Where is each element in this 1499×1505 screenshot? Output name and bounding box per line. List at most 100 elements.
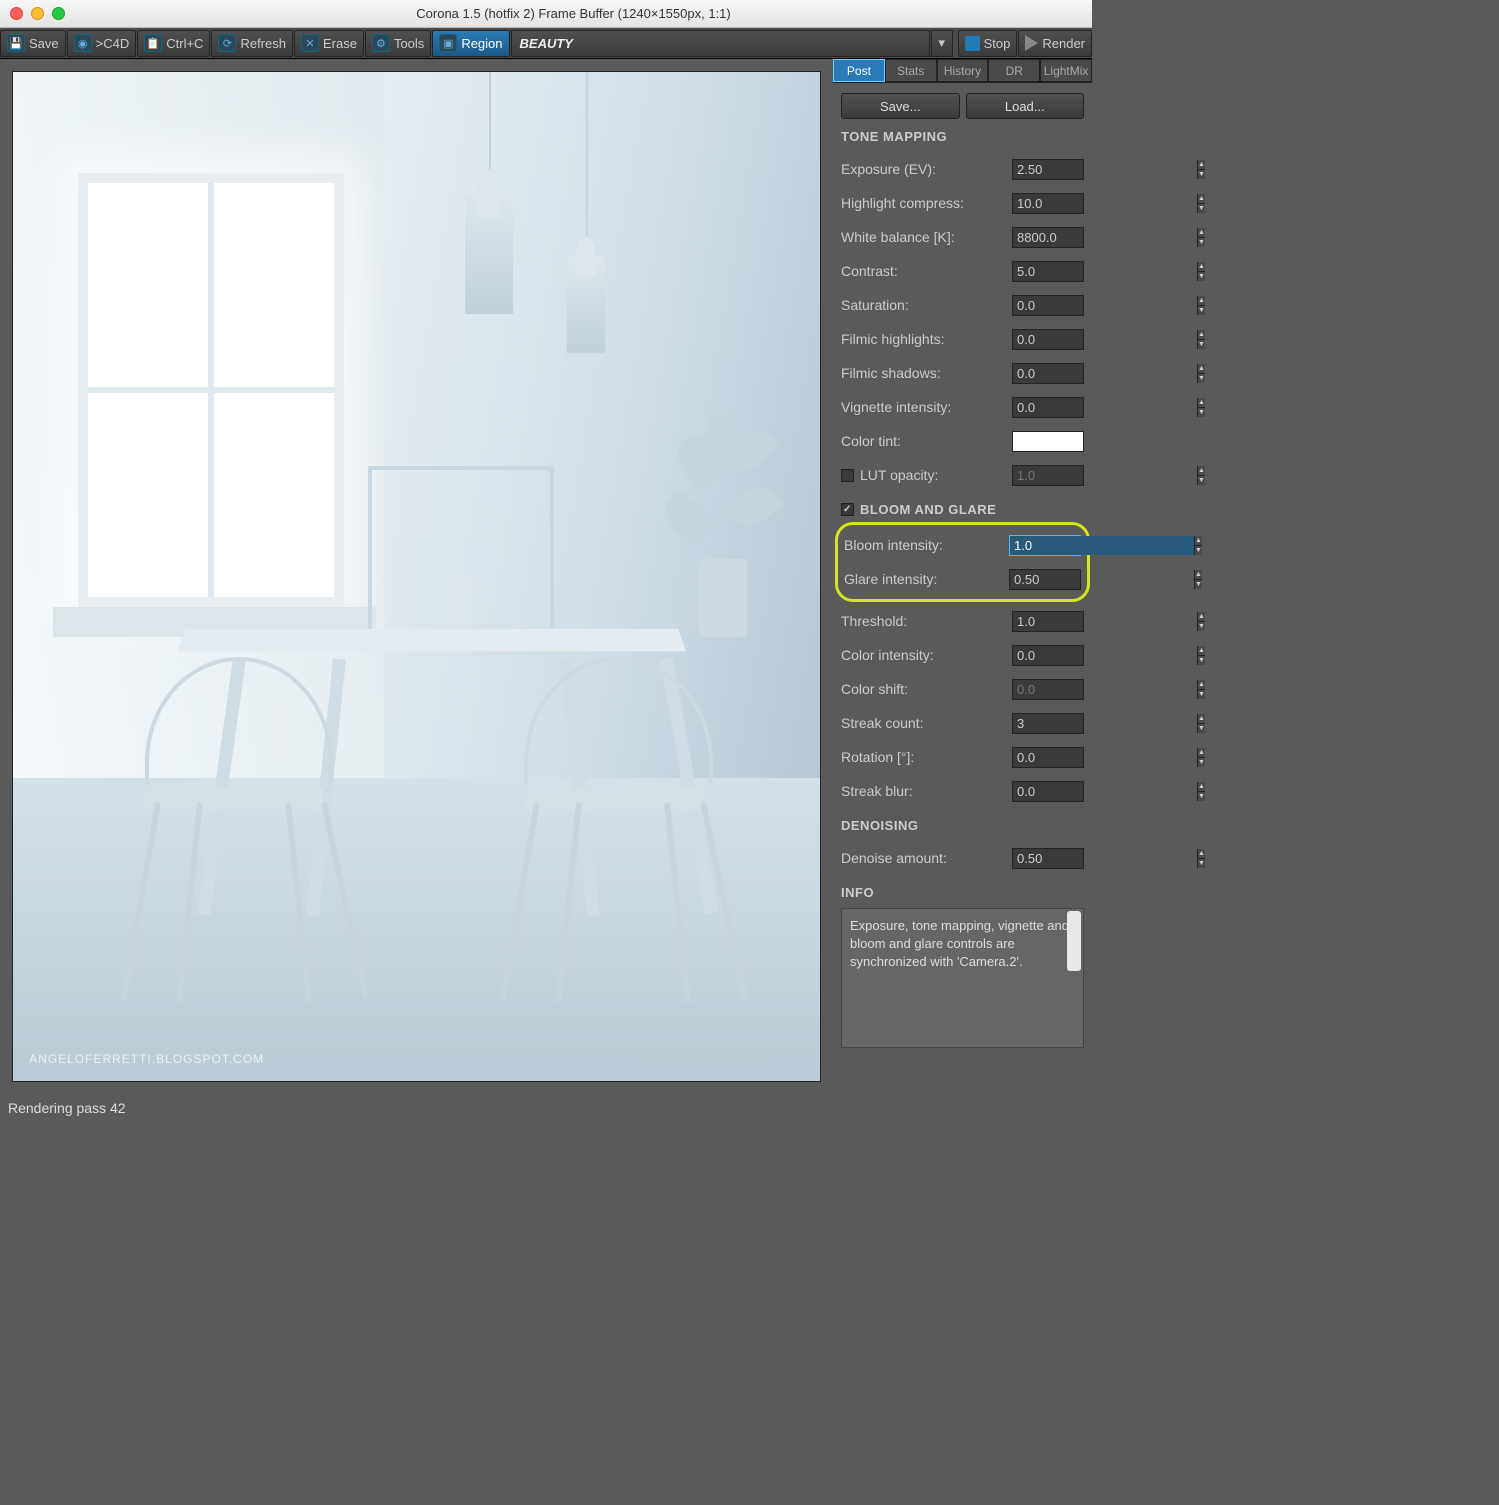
zoom-icon[interactable] — [52, 7, 65, 20]
tab-dr[interactable]: DR — [988, 59, 1040, 82]
erase-button[interactable]: ✕ Erase — [294, 30, 364, 57]
region-label: Region — [461, 36, 502, 51]
lut-label: LUT opacity: — [860, 467, 1006, 483]
streak-input[interactable]: ▲▼ — [1012, 713, 1084, 734]
bloom-glare-header: ✓BLOOM AND GLARE — [841, 502, 1084, 517]
bloom-int-input[interactable]: ▲▼ — [1009, 535, 1081, 556]
c4d-button[interactable]: ◉ >C4D — [67, 30, 137, 57]
watermark: ANGELOFERRETTI.BLOGSPOT.COM — [29, 1052, 264, 1066]
play-icon — [1025, 35, 1038, 51]
contrast-label: Contrast: — [841, 263, 1006, 279]
titlebar: Corona 1.5 (hotfix 2) Frame Buffer (1240… — [0, 0, 1092, 28]
info-box: Exposure, tone mapping, vignette and blo… — [841, 908, 1084, 1048]
colortint-label: Color tint: — [841, 433, 1006, 449]
filmic-h-label: Filmic highlights: — [841, 331, 1006, 347]
tone-mapping-header: TONE MAPPING — [841, 129, 1084, 144]
info-header: INFO — [841, 885, 1084, 900]
contrast-input[interactable]: ▲▼ — [1012, 261, 1084, 282]
highlight-input[interactable]: ▲▼ — [1012, 193, 1084, 214]
colortint-swatch[interactable] — [1012, 431, 1084, 452]
render-pass-selector[interactable]: BEAUTY — [511, 30, 930, 57]
traffic-lights — [10, 7, 65, 20]
refresh-icon: ⟳ — [218, 34, 236, 52]
bloom-int-label: Bloom intensity: — [844, 537, 1003, 553]
render-label: Render — [1042, 36, 1085, 51]
tab-post[interactable]: Post — [833, 59, 885, 82]
erase-label: Erase — [323, 36, 357, 51]
wb-input[interactable]: ▲▼ — [1012, 227, 1084, 248]
render-lamp — [465, 193, 513, 314]
scrollbar[interactable] — [1067, 911, 1081, 971]
minimize-icon[interactable] — [31, 7, 44, 20]
threshold-label: Threshold: — [841, 613, 1006, 629]
c4d-label: >C4D — [96, 36, 130, 51]
copy-icon: 📋 — [144, 34, 162, 52]
status-bar: Rendering pass 42 — [0, 1094, 1092, 1122]
copy-button[interactable]: 📋 Ctrl+C — [137, 30, 210, 57]
render-image[interactable]: ANGELOFERRETTI.BLOGSPOT.COM — [12, 71, 821, 1082]
denoise-input[interactable]: ▲▼ — [1012, 848, 1084, 869]
erase-icon: ✕ — [301, 34, 319, 52]
wb-label: White balance [K]: — [841, 229, 1006, 245]
exposure-label: Exposure (EV): — [841, 161, 1006, 177]
close-icon[interactable] — [10, 7, 23, 20]
filmic-h-input[interactable]: ▲▼ — [1012, 329, 1084, 350]
render-chair — [134, 657, 344, 1020]
render-button[interactable]: Render — [1018, 30, 1092, 57]
load-settings-button[interactable]: Load... — [966, 93, 1085, 119]
pass-dropdown[interactable]: ▾ — [931, 30, 953, 57]
color-int-label: Color intensity: — [841, 647, 1006, 663]
glare-int-label: Glare intensity: — [844, 571, 1003, 587]
stop-button[interactable]: Stop — [958, 30, 1018, 57]
save-button[interactable]: 💾 Save — [0, 30, 66, 57]
region-icon: ▣ — [439, 34, 457, 52]
saturation-input[interactable]: ▲▼ — [1012, 295, 1084, 316]
c4d-icon: ◉ — [74, 34, 92, 52]
vignette-input[interactable]: ▲▼ — [1012, 397, 1084, 418]
tools-button[interactable]: ⚙ Tools — [365, 30, 431, 57]
exposure-input[interactable]: ▲▼ — [1012, 159, 1084, 180]
up-arrow-icon[interactable]: ▲ — [1197, 160, 1205, 170]
color-shift-label: Color shift: — [841, 681, 1006, 697]
stop-label: Stop — [984, 36, 1011, 51]
tab-stats[interactable]: Stats — [885, 59, 937, 82]
rotation-input[interactable]: ▲▼ — [1012, 747, 1084, 768]
lut-input[interactable]: ▲▼ — [1012, 465, 1084, 486]
rotation-label: Rotation [°]: — [841, 749, 1006, 765]
color-shift-input[interactable]: ▲▼ — [1012, 679, 1084, 700]
threshold-input[interactable]: ▲▼ — [1012, 611, 1084, 632]
save-settings-button[interactable]: Save... — [841, 93, 960, 119]
color-int-input[interactable]: ▲▼ — [1012, 645, 1084, 666]
denoise-label: Denoise amount: — [841, 850, 1006, 866]
viewport: ANGELOFERRETTI.BLOGSPOT.COM — [0, 59, 833, 1094]
save-label: Save — [29, 36, 59, 51]
info-text: Exposure, tone mapping, vignette and blo… — [850, 918, 1069, 969]
render-plant — [675, 415, 772, 637]
refresh-label: Refresh — [240, 36, 286, 51]
window-title: Corona 1.5 (hotfix 2) Frame Buffer (1240… — [65, 6, 1082, 21]
side-panel: Post Stats History DR LightMix Save... L… — [833, 59, 1092, 1094]
filmic-s-input[interactable]: ▲▼ — [1012, 363, 1084, 384]
streak-label: Streak count: — [841, 715, 1006, 731]
region-button[interactable]: ▣ Region — [432, 30, 509, 57]
lut-checkbox[interactable] — [841, 469, 854, 482]
toolbar: 💾 Save ◉ >C4D 📋 Ctrl+C ⟳ Refresh ✕ Erase ⚙ Too… — [0, 28, 1092, 59]
tab-history[interactable]: History — [937, 59, 989, 82]
glare-int-input[interactable]: ▲▼ — [1009, 569, 1081, 590]
saturation-label: Saturation: — [841, 297, 1006, 313]
gear-icon: ⚙ — [372, 34, 390, 52]
status-text: Rendering pass 42 — [8, 1100, 126, 1116]
tab-lightmix[interactable]: LightMix — [1040, 59, 1092, 82]
panel-tabs: Post Stats History DR LightMix — [833, 59, 1092, 83]
refresh-button[interactable]: ⟳ Refresh — [211, 30, 293, 57]
down-arrow-icon[interactable]: ▼ — [1197, 170, 1205, 179]
streak-blur-input[interactable]: ▲▼ — [1012, 781, 1084, 802]
vignette-label: Vignette intensity: — [841, 399, 1006, 415]
copy-label: Ctrl+C — [166, 36, 203, 51]
filmic-s-label: Filmic shadows: — [841, 365, 1006, 381]
denoising-header: DENOISING — [841, 818, 1084, 833]
tools-label: Tools — [394, 36, 424, 51]
bloom-checkbox[interactable]: ✓ — [841, 503, 854, 516]
save-icon: 💾 — [7, 34, 25, 52]
highlight-label: Highlight compress: — [841, 195, 1006, 211]
